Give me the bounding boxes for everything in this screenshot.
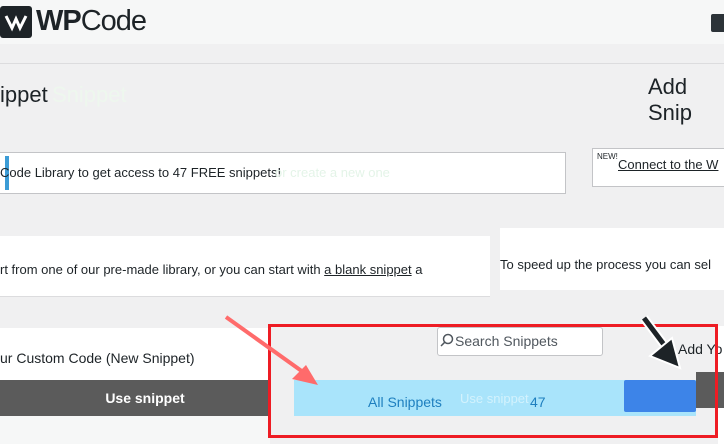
intro-text-before: rt from one of our pre-made library, or … (0, 262, 325, 277)
intro-text: rt from one of our pre-made library, or … (0, 262, 422, 277)
page-title-ghost: Snippet (52, 82, 127, 107)
blank-snippet-link[interactable]: a blank snippet (324, 262, 411, 277)
header-separator (0, 63, 724, 64)
page-title: ippet (0, 82, 48, 107)
logo-icon (0, 6, 32, 38)
add-snippet-title: Add Snip (648, 74, 693, 125)
custom-code-card-title: ur Custom Code (New Snippet) (0, 350, 195, 366)
black-arrow-icon (634, 314, 694, 379)
card-footer (0, 416, 270, 444)
brand-name-regular: Code (80, 5, 147, 37)
help-icon[interactable] (711, 14, 724, 32)
connect-library-link[interactable]: Connect to the W (618, 157, 718, 172)
speed-up-text: To speed up the process you can sel (500, 257, 712, 272)
notice-text: Code Library to get access to 47 FREE sn… (0, 165, 282, 180)
notice-ghost-text: or create a new one (275, 165, 390, 180)
brand-name-bold: WP (36, 5, 82, 37)
new-badge: NEW! (597, 152, 618, 161)
brand-logo: WPCode (36, 5, 147, 38)
red-arrow-icon (222, 313, 332, 398)
intro-text-after: a (411, 262, 423, 277)
